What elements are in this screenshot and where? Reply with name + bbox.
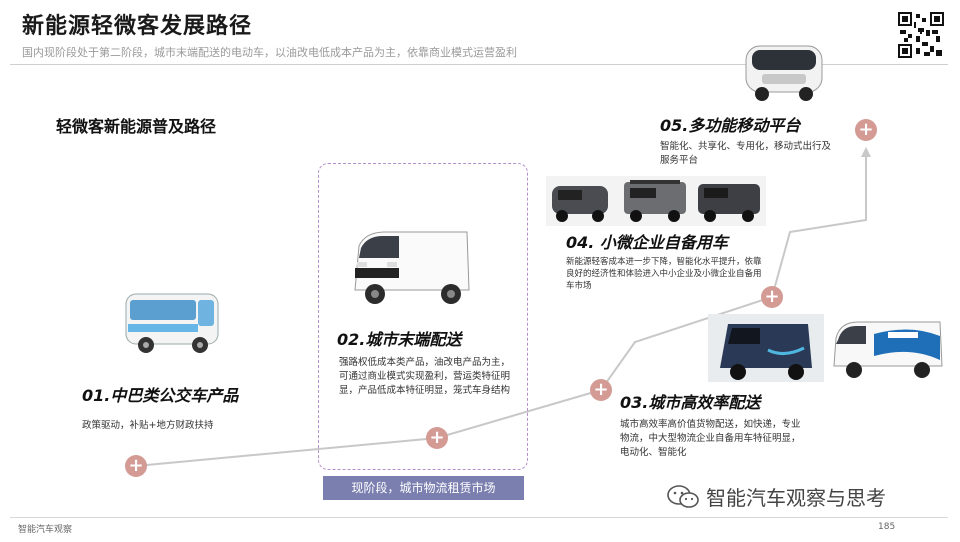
stage-01-node: +	[125, 455, 147, 477]
small-business-vans-image	[546, 176, 766, 226]
stage-04-title: 04. 小微企业自备用车	[566, 233, 728, 252]
current-stage-banner: 现阶段，城市物流租赁市场	[323, 476, 524, 500]
footer-source: 智能汽车观察	[18, 525, 73, 535]
mobility-pod-image	[745, 45, 823, 101]
stage-04-desc: 新能源轻客成本进一步下降，智能化水平提升，依靠良好的经济性和体验进入中小企业及小…	[566, 257, 762, 291]
stage-02-desc: 强路权低成本类产品，油改电产品为主，可通过商业模式实现盈利，营运类特征明显，产品…	[339, 357, 511, 396]
wechat-icon	[667, 484, 699, 508]
watermark-text: 智能汽车观察与思考	[706, 486, 886, 510]
stage-03-desc: 城市高效率高价值货物配送，如快递，专业物流，中大型物流企业自备用车特征明显，电动…	[620, 419, 801, 458]
stage-01-desc: 政策驱动，补贴+地方财政扶持	[82, 420, 214, 431]
daily-electric-van-image	[833, 321, 943, 378]
stage-05-title: 05.多功能移动平台	[660, 116, 801, 135]
stage-05-node: +	[855, 119, 877, 141]
stage-02-node: +	[426, 427, 448, 449]
stage-03-node: +	[590, 379, 612, 401]
minibus-image	[125, 293, 219, 353]
stage-04-node: +	[761, 286, 783, 308]
page-number: 185	[878, 522, 896, 532]
watermark: 智能汽车观察与思考	[666, 482, 886, 511]
current-stage-highlight	[318, 163, 528, 470]
stage-03-title: 03.城市高效率配送	[620, 393, 761, 412]
stage-02-title: 02.城市末端配送	[337, 330, 462, 349]
footer-divider	[10, 517, 948, 518]
electric-delivery-van-image	[708, 314, 824, 382]
stage-05-desc: 智能化、共享化、专用化，移动式出行及服务平台	[660, 141, 832, 166]
stage-01-title: 01.中巴类公交车产品	[82, 386, 239, 405]
delivery-van-image	[354, 231, 470, 304]
